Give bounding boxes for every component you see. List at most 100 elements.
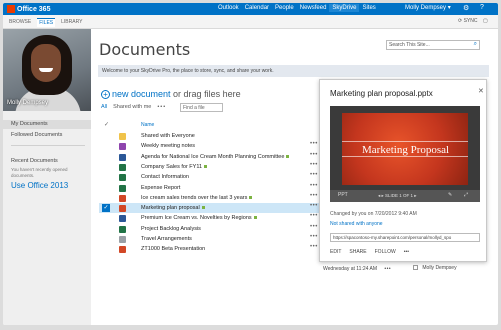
tab-library[interactable]: LIBRARY xyxy=(59,18,84,27)
select-all-checkbox[interactable]: ✓ xyxy=(104,121,109,128)
file-row[interactable]: Weekly meeting notes ••• xyxy=(99,141,327,151)
row-ellipsis-button[interactable]: ••• xyxy=(310,203,318,209)
file-name[interactable]: Agenda for National Ice Cream Month Plan… xyxy=(141,154,290,160)
file-name[interactable]: Company Sales for FY11 xyxy=(141,163,208,170)
fullscreen-icon[interactable]: ⤢ xyxy=(464,192,468,198)
share-button[interactable]: SHARE xyxy=(349,249,366,255)
suite-link-sites[interactable]: Sites xyxy=(359,4,378,12)
document-url-field[interactable]: https://spacontoso-my.sharepoint.com/per… xyxy=(330,233,480,242)
file-name[interactable]: Contact Information xyxy=(141,174,189,180)
file-name-text: Weekly meeting notes xyxy=(141,143,196,150)
document-preview[interactable]: Marketing Proposal PPT ◂ ▸ SLIDE 1 OF 1 … xyxy=(330,106,480,202)
row-checkbox[interactable]: ✓ xyxy=(102,204,110,213)
suite-link-calendar[interactable]: Calendar xyxy=(242,4,272,12)
file-name[interactable]: Weekly meeting notes xyxy=(141,143,195,149)
file-row[interactable]: ✓ Marketing plan proposal ••• xyxy=(99,203,327,214)
brand-label: Office 365 xyxy=(17,5,51,13)
file-row[interactable]: Expense Report ••• xyxy=(99,183,327,193)
suite-links: Outlook Calendar People Newsfeed SkyDriv… xyxy=(215,4,379,12)
follow-button[interactable]: FOLLOW xyxy=(375,249,396,255)
suite-link-skydrive[interactable]: SkyDrive xyxy=(329,4,360,12)
gear-icon[interactable]: ⚙ xyxy=(463,4,469,12)
file-row[interactable]: Agenda for National Ice Cream Month Plan… xyxy=(99,152,327,162)
file-name-text: Shared with Everyone xyxy=(141,133,195,139)
modified-by-name[interactable]: Molly Dempsey xyxy=(422,265,456,271)
suite-link-people[interactable]: People xyxy=(272,4,297,12)
user-menu[interactable]: Molly Dempsey ▾ xyxy=(405,4,451,11)
new-document-link[interactable]: new document xyxy=(112,89,171,99)
file-row[interactable]: Premium Ice Cream vs. Novelties by Regio… xyxy=(99,213,327,223)
row-ellipsis-button[interactable]: ••• xyxy=(310,193,318,199)
document-callout: Marketing plan proposal.pptx ✕ Marketing… xyxy=(319,79,487,262)
row-ellipsis-button[interactable]: ••• xyxy=(310,172,318,178)
file-row[interactable]: Contact Information ••• xyxy=(99,172,327,182)
row-ellipsis-button[interactable]: ••• xyxy=(310,224,318,230)
nav-followed-documents[interactable]: Followed Documents xyxy=(11,132,62,138)
new-document-area[interactable]: + new document or drag files here xyxy=(101,89,241,99)
suite-link-newsfeed[interactable]: Newsfeed xyxy=(297,4,330,12)
row-ellipsis-button[interactable]: ••• xyxy=(310,183,318,189)
chevron-down-icon: ▾ xyxy=(447,5,451,11)
tab-browse[interactable]: BROWSE xyxy=(7,18,33,27)
ppt-file-icon xyxy=(119,205,126,213)
file-name[interactable]: Shared with Everyone xyxy=(141,133,195,139)
search-input[interactable]: Search This Site... ⌕ xyxy=(386,40,480,50)
column-header-name[interactable]: Name xyxy=(141,122,154,128)
new-indicator-icon xyxy=(204,164,208,168)
filter-more[interactable]: ••• xyxy=(157,104,166,110)
row-ellipsis-button[interactable]: ••• xyxy=(310,162,318,168)
new-indicator-icon xyxy=(253,216,257,220)
file-row[interactable]: ZT1000 Beta Presentation ••• xyxy=(99,244,327,254)
file-name[interactable]: Project Backlog Analysis xyxy=(141,226,201,232)
modified-by: Molly Dempsey xyxy=(413,265,457,271)
recent-documents-note: You haven't recently opened documents. xyxy=(11,167,68,178)
row-ellipsis-button[interactable]: ••• xyxy=(310,152,318,158)
file-name[interactable]: Expense Report xyxy=(141,185,180,191)
close-icon[interactable]: ✕ xyxy=(478,87,484,95)
ppt-icon: PPT xyxy=(338,192,348,198)
file-name[interactable]: ZT1000 Beta Presentation xyxy=(141,246,205,252)
help-icon[interactable]: ? xyxy=(480,4,484,11)
file-name[interactable]: Marketing plan proposal xyxy=(141,205,205,211)
edit-icon[interactable]: ✎ xyxy=(448,192,452,198)
file-row[interactable]: Project Backlog Analysis ••• xyxy=(99,224,327,234)
file-name[interactable]: Travel Arrangements xyxy=(141,236,192,242)
more-actions-button[interactable]: ••• xyxy=(404,249,409,255)
file-row[interactable]: Travel Arrangements ••• xyxy=(99,234,327,244)
modified-ellipsis[interactable]: ••• xyxy=(384,266,391,272)
row-ellipsis-button[interactable]: ••• xyxy=(310,141,318,147)
file-row[interactable]: Ice cream sales trends over the last 3 y… xyxy=(99,193,327,203)
filter-shared-with-me[interactable]: Shared with me xyxy=(113,104,151,110)
sharing-status-link[interactable]: Not shared with anyone xyxy=(330,221,383,227)
drag-files-hint: or drag files here xyxy=(170,89,241,99)
file-row[interactable]: Shared with Everyone xyxy=(99,131,327,141)
find-file-input[interactable]: Find a file xyxy=(180,103,223,112)
use-office-link[interactable]: Use Office 2013 xyxy=(11,181,68,190)
word-file-icon xyxy=(119,153,126,161)
nav-my-documents[interactable]: My Documents xyxy=(3,120,91,129)
profile-name: Molly Dempsey xyxy=(7,100,49,106)
search-icon[interactable]: ⌕ xyxy=(474,41,477,48)
profile-photo[interactable]: Molly Dempsey xyxy=(3,29,91,111)
excel-file-icon xyxy=(119,174,126,182)
left-nav: My Documents Followed Documents Recent D… xyxy=(3,111,91,325)
presence-icon xyxy=(413,265,418,271)
office365-logo[interactable]: Office 365 xyxy=(7,4,50,14)
focus-icon[interactable]: ▢ xyxy=(483,18,488,24)
row-ellipsis-button[interactable]: ••• xyxy=(310,234,318,240)
row-ellipsis-button[interactable]: ••• xyxy=(310,244,318,250)
callout-actions: EDIT SHARE FOLLOW ••• xyxy=(330,249,409,255)
sync-button[interactable]: ⟳ SYNC xyxy=(458,18,478,24)
edit-button[interactable]: EDIT xyxy=(330,249,341,255)
callout-title[interactable]: Marketing plan proposal.pptx xyxy=(330,89,433,98)
filter-all[interactable]: All xyxy=(101,104,107,110)
tab-files[interactable]: FILES xyxy=(37,18,56,27)
file-name[interactable]: Ice cream sales trends over the last 3 y… xyxy=(141,195,253,201)
slide-navigator[interactable]: ◂ ▸ SLIDE 1 OF 1 ▸ xyxy=(378,193,417,199)
row-ellipsis-button[interactable]: ••• xyxy=(310,213,318,219)
file-row[interactable]: Company Sales for FY11 ••• xyxy=(99,162,327,172)
preview-toolbar: PPT ◂ ▸ SLIDE 1 OF 1 ▸ ✎ ⤢ xyxy=(330,190,480,202)
file-name[interactable]: Premium Ice Cream vs. Novelties by Regio… xyxy=(141,215,257,221)
file-name-text: Company Sales for FY11 xyxy=(141,163,203,170)
suite-link-outlook[interactable]: Outlook xyxy=(215,4,242,12)
